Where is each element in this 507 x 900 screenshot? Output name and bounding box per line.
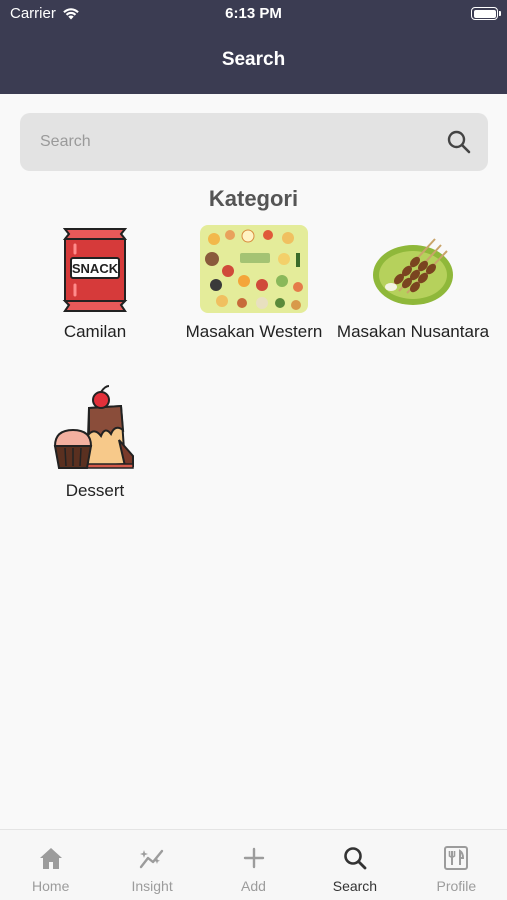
page-title: Search — [221, 49, 286, 70]
tab-insight[interactable]: Insight — [101, 830, 202, 900]
category-label: Camilan — [63, 322, 127, 341]
snack-text: SNACK — [72, 261, 119, 276]
restaurant-icon — [444, 846, 469, 870]
status-bar: Carrier 6:13 PM — [0, 0, 507, 28]
tab-search[interactable]: Search — [304, 830, 405, 900]
battery-icon — [471, 7, 501, 20]
search-input[interactable] — [40, 113, 440, 171]
section-title: Kategori — [208, 186, 299, 211]
snack-bag-icon: SNACK — [51, 225, 139, 313]
plus-icon — [243, 847, 264, 869]
western-food-collage-image — [200, 225, 308, 313]
category-dessert[interactable]: Dessert — [15, 384, 175, 501]
navigation-header: Carrier 6:13 PM Search — [0, 0, 507, 94]
tab-home[interactable]: Home — [0, 830, 101, 900]
home-icon — [39, 848, 62, 869]
tab-add[interactable]: Add — [203, 830, 304, 900]
tab-bar: Home Insight Add Search Profile — [0, 829, 507, 900]
satay-plate-image — [369, 225, 457, 313]
insight-icon — [139, 849, 164, 869]
tab-label: Profile — [436, 878, 477, 894]
tab-label: Home — [32, 878, 70, 894]
status-time: 6:13 PM — [225, 5, 282, 22]
category-masakan-western[interactable]: Masakan Western — [174, 225, 334, 342]
category-label: Masakan Nusantara — [336, 322, 490, 341]
category-label: Masakan Western — [185, 322, 323, 341]
category-camilan[interactable]: SNACK Camilan — [15, 225, 175, 342]
search-icon[interactable] — [446, 129, 472, 155]
tab-label: Add — [241, 878, 266, 894]
tab-label: Insight — [131, 878, 173, 894]
tab-label: Search — [332, 878, 378, 894]
search-bar — [20, 113, 488, 171]
search-icon — [344, 847, 367, 870]
category-masakan-nusantara[interactable]: Masakan Nusantara — [333, 225, 493, 342]
tab-profile[interactable]: Profile — [406, 830, 507, 900]
category-label: Dessert — [65, 481, 125, 500]
cake-cupcake-icon — [51, 384, 139, 472]
